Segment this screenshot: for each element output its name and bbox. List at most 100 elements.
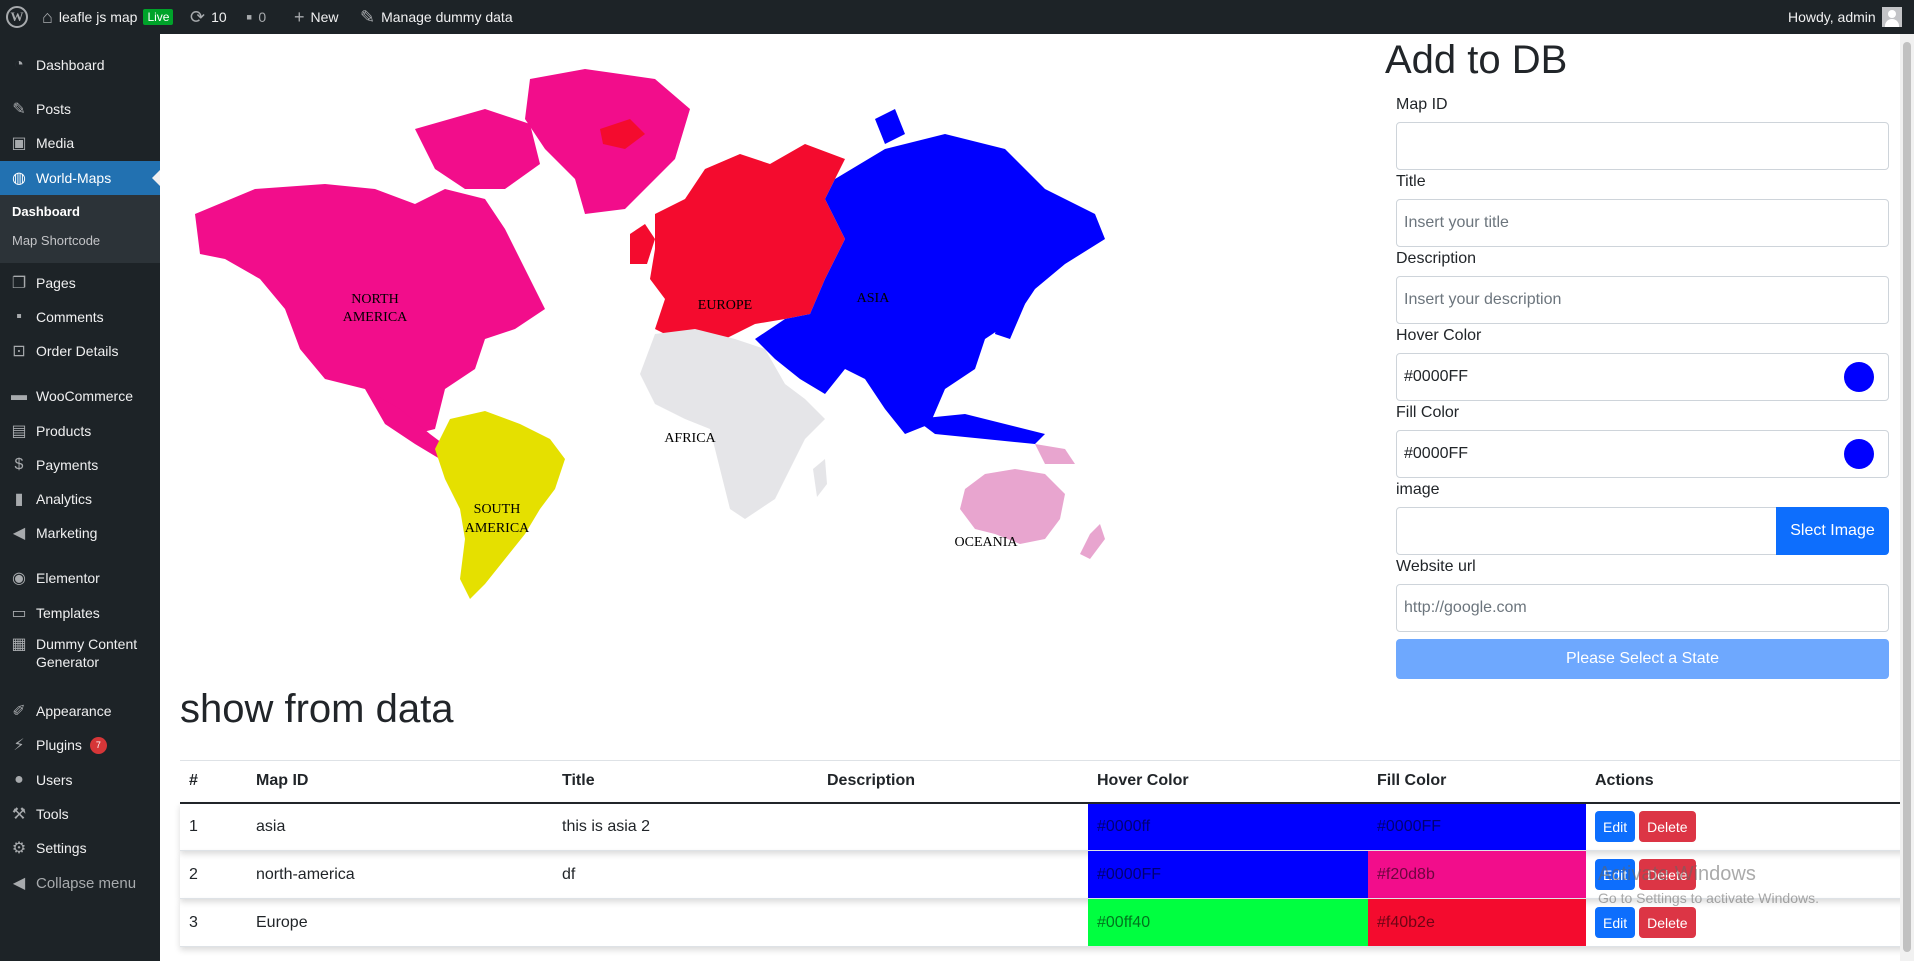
avatar	[1881, 7, 1902, 27]
map-id-input[interactable]	[1396, 122, 1889, 170]
sidebar-item-order-details[interactable]: ⊡ Order Details	[0, 334, 160, 368]
comment-icon: ▪	[16, 308, 22, 325]
admin-bar: W ⌂ leafle js map Live ⟳ 10 ▪ 0 + New ✎ …	[0, 0, 1914, 34]
row-description	[818, 898, 1088, 947]
site-name-link[interactable]: ⌂ leafle js map Live	[42, 0, 174, 34]
delete-button[interactable]: Delete	[1639, 859, 1696, 890]
sidebar-item-label: Comments	[36, 309, 104, 325]
website-url-input[interactable]	[1396, 584, 1889, 632]
sidebar-item-templates[interactable]: ▭ Templates	[0, 596, 160, 630]
sidebar-item-world-maps[interactable]: ◍ World-Maps	[0, 161, 160, 195]
sidebar-item-woocommerce[interactable]: ▬ WooCommerce	[0, 379, 160, 413]
sidebar-item-label: Marketing	[36, 525, 98, 541]
row-map-id: north-america	[247, 850, 553, 899]
collapse-menu-label: Collapse menu	[36, 874, 137, 892]
dollar-icon: $	[14, 456, 24, 473]
sidebar-item-comments[interactable]: ▪ Comments	[0, 300, 160, 334]
map-region-asia-far-north[interactable]	[875, 109, 905, 144]
new-label: New	[310, 9, 339, 25]
description-input[interactable]	[1396, 276, 1889, 324]
sidebar-item-label: Settings	[36, 840, 87, 856]
sidebar-item-appearance[interactable]: ✐ Appearance	[0, 694, 160, 728]
map-region-africa-madagascar[interactable]	[813, 459, 827, 497]
comments-link[interactable]: ▪ 0	[246, 0, 266, 34]
sidebar-item-products[interactable]: ▤ Products	[0, 414, 160, 448]
page-scrollbar[interactable]	[1900, 34, 1914, 961]
image-url-input[interactable]	[1396, 507, 1778, 555]
sidebar-item-tools[interactable]: ⚒ Tools	[0, 797, 160, 831]
edit-button[interactable]: Edit	[1595, 811, 1636, 843]
sidebar-item-label: Order Details	[36, 343, 119, 359]
column-header-fill-color: Fill Color	[1368, 760, 1586, 804]
column-header-actions: Actions	[1586, 760, 1914, 804]
manage-dummy-data-link[interactable]: ✎ Manage dummy data	[360, 0, 513, 34]
map-label-europe: EUROPE	[698, 298, 752, 313]
comments-count: 0	[258, 9, 267, 25]
hover-color-input[interactable]	[1396, 353, 1889, 401]
submit-button[interactable]: Please Select a State	[1396, 639, 1889, 679]
row-hover-color: #0000ff	[1088, 802, 1368, 851]
submenu-item-dashboard[interactable]: Dashboard	[12, 204, 80, 219]
world-maps-submenu: Dashboard Map Shortcode	[0, 195, 160, 263]
column-header-description: Description	[818, 760, 1088, 804]
submenu-item-map-shortcode[interactable]: Map Shortcode	[12, 233, 100, 248]
sidebar-item-dashboard[interactable]: ◔ Dashboard	[0, 48, 160, 82]
home-icon: ⌂	[42, 7, 53, 27]
row-description	[818, 850, 1088, 899]
sidebar-item-marketing[interactable]: ◀ Marketing	[0, 516, 160, 550]
sidebar-item-plugins[interactable]: ⚡ Plugins 7	[0, 728, 160, 762]
row-description	[818, 802, 1088, 851]
sidebar-item-posts[interactable]: ✎ Posts	[0, 92, 160, 126]
bar-chart-icon: ▮	[14, 491, 24, 508]
sidebar-item-settings[interactable]: ⚙ Settings	[0, 831, 160, 865]
sidebar-item-pages[interactable]: ❐ Pages	[0, 266, 160, 300]
wordpress-logo-button[interactable]: W	[6, 0, 28, 34]
map-region-europe-uk[interactable]	[630, 224, 655, 264]
row-map-id: Europe	[247, 898, 553, 947]
woo-icon: ▬	[11, 387, 27, 404]
map-region-oceania-png[interactable]	[1035, 444, 1075, 464]
map-label-africa: AFRICA	[664, 431, 716, 446]
live-badge: Live	[143, 9, 174, 25]
delete-button[interactable]: Delete	[1639, 811, 1696, 843]
sidebar-item-elementor[interactable]: ◉ Elementor	[0, 561, 160, 595]
settings-icon: ⚙	[11, 840, 27, 857]
scrollbar-thumb[interactable]	[1903, 42, 1911, 952]
sidebar-item-media[interactable]: ▣ Media	[0, 126, 160, 160]
sidebar-item-dummy-content-generator[interactable]: ▦ Dummy Content Generator	[0, 631, 160, 675]
fill-color-swatch[interactable]	[1844, 439, 1874, 469]
fill-color-input[interactable]	[1396, 430, 1889, 478]
megaphone-icon: ◀	[12, 525, 26, 542]
plugin-icon: ⚡	[13, 737, 25, 754]
map-label-north-america-line2: AMERICA	[343, 310, 408, 325]
sidebar-item-payments[interactable]: $ Payments	[0, 448, 160, 482]
data-table: # Map ID Title Description Hover Color F…	[180, 760, 1914, 947]
globe-icon: ◍	[12, 170, 26, 187]
collapse-menu-button[interactable]: ◀ Collapse menu	[0, 866, 160, 900]
table-header-row: # Map ID Title Description Hover Color F…	[180, 760, 1914, 804]
website-url-label: Website url	[1396, 558, 1476, 575]
select-image-button[interactable]: Slect Image	[1776, 507, 1889, 555]
row-actions: Edit Delete	[1586, 898, 1914, 947]
column-header-title: Title	[553, 760, 818, 804]
sidebar-item-analytics[interactable]: ▮ Analytics	[0, 482, 160, 516]
map-region-oceania[interactable]	[960, 469, 1065, 544]
map-region-north-america-arctic[interactable]	[415, 109, 540, 189]
table-row: 3 Europe #00ff40 #f40b2e Edit Delete	[180, 898, 1914, 947]
map-region-oceania-nz[interactable]	[1080, 524, 1105, 559]
hover-color-swatch[interactable]	[1844, 362, 1874, 392]
title-input[interactable]	[1396, 199, 1889, 247]
new-content-link[interactable]: + New	[294, 0, 339, 34]
edit-button[interactable]: Edit	[1595, 907, 1636, 938]
image-label: image	[1396, 481, 1440, 498]
updates-link[interactable]: ⟳ 10	[190, 0, 227, 34]
my-account-link[interactable]: Howdy, admin	[1788, 0, 1902, 34]
sidebar-item-label: Posts	[36, 101, 72, 117]
elementor-icon: ◉	[12, 570, 26, 587]
delete-button[interactable]: Delete	[1639, 907, 1696, 938]
column-header-number: #	[180, 760, 247, 804]
edit-button[interactable]: Edit	[1595, 859, 1636, 890]
sidebar-item-users[interactable]: ● Users	[0, 763, 160, 797]
map-region-asia-indonesia[interactable]	[915, 414, 1045, 444]
map-label-north-america: NORTH	[351, 292, 398, 307]
